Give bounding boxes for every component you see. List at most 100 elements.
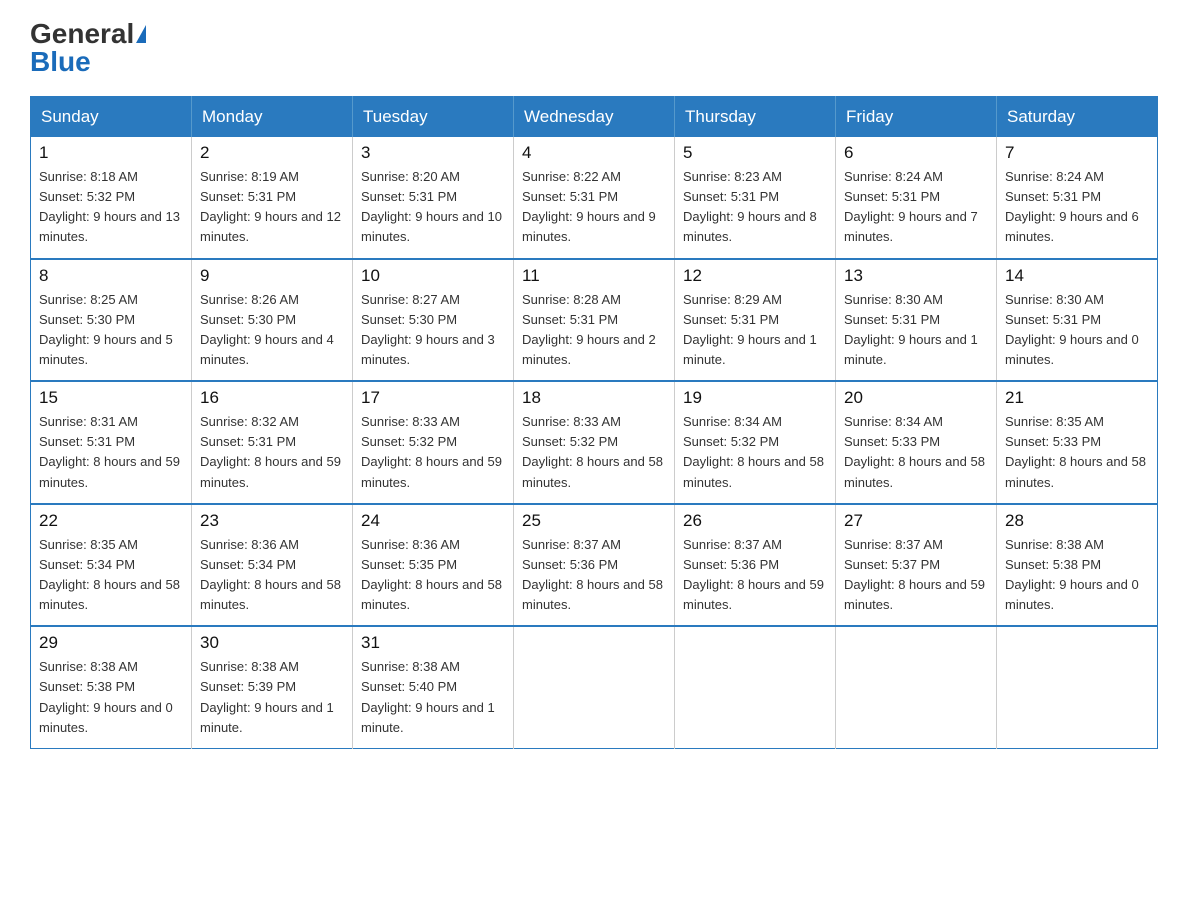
day-number: 22 (39, 511, 183, 531)
calendar-cell: 9 Sunrise: 8:26 AMSunset: 5:30 PMDaylight… (192, 259, 353, 382)
column-header-tuesday: Tuesday (353, 97, 514, 138)
logo: General Blue (30, 20, 146, 76)
day-number: 25 (522, 511, 666, 531)
day-info: Sunrise: 8:38 AMSunset: 5:40 PMDaylight:… (361, 657, 505, 738)
day-number: 29 (39, 633, 183, 653)
calendar-cell: 23 Sunrise: 8:36 AMSunset: 5:34 PMDayligh… (192, 504, 353, 627)
calendar-week-row: 8 Sunrise: 8:25 AMSunset: 5:30 PMDaylight… (31, 259, 1158, 382)
calendar-cell: 3 Sunrise: 8:20 AMSunset: 5:31 PMDaylight… (353, 137, 514, 259)
calendar-cell (514, 626, 675, 748)
day-number: 7 (1005, 143, 1149, 163)
day-info: Sunrise: 8:35 AMSunset: 5:34 PMDaylight:… (39, 535, 183, 616)
calendar-cell: 14 Sunrise: 8:30 AMSunset: 5:31 PMDayligh… (997, 259, 1158, 382)
calendar-week-row: 1 Sunrise: 8:18 AMSunset: 5:32 PMDaylight… (31, 137, 1158, 259)
day-info: Sunrise: 8:18 AMSunset: 5:32 PMDaylight:… (39, 167, 183, 248)
calendar-cell: 5Sunrise: 8:23 AMSunset: 5:31 PMDaylight… (675, 137, 836, 259)
day-info: Sunrise: 8:34 AMSunset: 5:33 PMDaylight:… (844, 412, 988, 493)
day-info: Sunrise: 8:20 AMSunset: 5:31 PMDaylight:… (361, 167, 505, 248)
calendar-cell: 20 Sunrise: 8:34 AMSunset: 5:33 PMDayligh… (836, 381, 997, 504)
day-info: Sunrise: 8:38 AMSunset: 5:39 PMDaylight:… (200, 657, 344, 738)
day-number: 23 (200, 511, 344, 531)
day-number: 26 (683, 511, 827, 531)
day-number: 6 (844, 143, 988, 163)
day-info: Sunrise: 8:30 AMSunset: 5:31 PMDaylight:… (844, 290, 988, 371)
calendar-cell (836, 626, 997, 748)
column-header-thursday: Thursday (675, 97, 836, 138)
day-info: Sunrise: 8:36 AMSunset: 5:34 PMDaylight:… (200, 535, 344, 616)
day-info: Sunrise: 8:24 AMSunset: 5:31 PMDaylight:… (844, 167, 988, 248)
calendar-cell (997, 626, 1158, 748)
calendar-cell: 27 Sunrise: 8:37 AMSunset: 5:37 PMDayligh… (836, 504, 997, 627)
day-number: 8 (39, 266, 183, 286)
calendar-cell: 21 Sunrise: 8:35 AMSunset: 5:33 PMDayligh… (997, 381, 1158, 504)
column-header-sunday: Sunday (31, 97, 192, 138)
day-number: 2 (200, 143, 344, 163)
day-info: Sunrise: 8:38 AMSunset: 5:38 PMDaylight:… (39, 657, 183, 738)
day-number: 24 (361, 511, 505, 531)
day-number: 21 (1005, 388, 1149, 408)
calendar-cell: 4Sunrise: 8:22 AMSunset: 5:31 PMDaylight… (514, 137, 675, 259)
calendar-cell: 16 Sunrise: 8:32 AMSunset: 5:31 PMDayligh… (192, 381, 353, 504)
day-info: Sunrise: 8:25 AMSunset: 5:30 PMDaylight:… (39, 290, 183, 371)
logo-general-text: General (30, 20, 134, 48)
calendar-cell: 26 Sunrise: 8:37 AMSunset: 5:36 PMDayligh… (675, 504, 836, 627)
day-number: 5 (683, 143, 827, 163)
page-header: General Blue (30, 20, 1158, 76)
calendar-cell: 31 Sunrise: 8:38 AMSunset: 5:40 PMDayligh… (353, 626, 514, 748)
calendar-cell (675, 626, 836, 748)
day-info: Sunrise: 8:34 AMSunset: 5:32 PMDaylight:… (683, 412, 827, 493)
day-number: 15 (39, 388, 183, 408)
day-number: 11 (522, 266, 666, 286)
day-info: Sunrise: 8:37 AMSunset: 5:36 PMDaylight:… (683, 535, 827, 616)
day-number: 12 (683, 266, 827, 286)
calendar-cell: 1 Sunrise: 8:18 AMSunset: 5:32 PMDaylight… (31, 137, 192, 259)
calendar-cell: 22 Sunrise: 8:35 AMSunset: 5:34 PMDayligh… (31, 504, 192, 627)
day-info: Sunrise: 8:31 AMSunset: 5:31 PMDaylight:… (39, 412, 183, 493)
calendar-week-row: 15 Sunrise: 8:31 AMSunset: 5:31 PMDayligh… (31, 381, 1158, 504)
day-number: 19 (683, 388, 827, 408)
day-info: Sunrise: 8:35 AMSunset: 5:33 PMDaylight:… (1005, 412, 1149, 493)
day-number: 18 (522, 388, 666, 408)
calendar-week-row: 29 Sunrise: 8:38 AMSunset: 5:38 PMDayligh… (31, 626, 1158, 748)
calendar-week-row: 22 Sunrise: 8:35 AMSunset: 5:34 PMDayligh… (31, 504, 1158, 627)
day-info: Sunrise: 8:29 AMSunset: 5:31 PMDaylight:… (683, 290, 827, 371)
day-number: 10 (361, 266, 505, 286)
calendar-cell: 13 Sunrise: 8:30 AMSunset: 5:31 PMDayligh… (836, 259, 997, 382)
calendar-cell: 10Sunrise: 8:27 AMSunset: 5:30 PMDayligh… (353, 259, 514, 382)
day-info: Sunrise: 8:30 AMSunset: 5:31 PMDaylight:… (1005, 290, 1149, 371)
calendar-cell: 17Sunrise: 8:33 AMSunset: 5:32 PMDayligh… (353, 381, 514, 504)
day-info: Sunrise: 8:33 AMSunset: 5:32 PMDaylight:… (522, 412, 666, 493)
day-info: Sunrise: 8:36 AMSunset: 5:35 PMDaylight:… (361, 535, 505, 616)
calendar-cell: 12 Sunrise: 8:29 AMSunset: 5:31 PMDayligh… (675, 259, 836, 382)
day-info: Sunrise: 8:28 AMSunset: 5:31 PMDaylight:… (522, 290, 666, 371)
day-number: 31 (361, 633, 505, 653)
calendar-header-row: SundayMondayTuesdayWednesdayThursdayFrid… (31, 97, 1158, 138)
day-info: Sunrise: 8:26 AMSunset: 5:30 PMDaylight:… (200, 290, 344, 371)
day-info: Sunrise: 8:22 AMSunset: 5:31 PMDaylight:… (522, 167, 666, 248)
day-number: 13 (844, 266, 988, 286)
day-number: 16 (200, 388, 344, 408)
logo-blue-text: Blue (30, 48, 91, 76)
column-header-wednesday: Wednesday (514, 97, 675, 138)
day-number: 17 (361, 388, 505, 408)
day-info: Sunrise: 8:38 AMSunset: 5:38 PMDaylight:… (1005, 535, 1149, 616)
calendar-cell: 29 Sunrise: 8:38 AMSunset: 5:38 PMDayligh… (31, 626, 192, 748)
day-info: Sunrise: 8:32 AMSunset: 5:31 PMDaylight:… (200, 412, 344, 493)
day-info: Sunrise: 8:19 AMSunset: 5:31 PMDaylight:… (200, 167, 344, 248)
day-info: Sunrise: 8:37 AMSunset: 5:37 PMDaylight:… (844, 535, 988, 616)
column-header-saturday: Saturday (997, 97, 1158, 138)
calendar-cell: 18 Sunrise: 8:33 AMSunset: 5:32 PMDayligh… (514, 381, 675, 504)
day-number: 14 (1005, 266, 1149, 286)
logo-triangle-icon (136, 25, 146, 43)
day-number: 3 (361, 143, 505, 163)
calendar-cell: 19 Sunrise: 8:34 AMSunset: 5:32 PMDayligh… (675, 381, 836, 504)
day-number: 1 (39, 143, 183, 163)
calendar-cell: 28Sunrise: 8:38 AMSunset: 5:38 PMDayligh… (997, 504, 1158, 627)
day-info: Sunrise: 8:37 AMSunset: 5:36 PMDaylight:… (522, 535, 666, 616)
calendar-cell: 7Sunrise: 8:24 AMSunset: 5:31 PMDaylight… (997, 137, 1158, 259)
calendar-cell: 24 Sunrise: 8:36 AMSunset: 5:35 PMDayligh… (353, 504, 514, 627)
day-number: 20 (844, 388, 988, 408)
calendar-cell: 11 Sunrise: 8:28 AMSunset: 5:31 PMDayligh… (514, 259, 675, 382)
day-number: 27 (844, 511, 988, 531)
day-number: 9 (200, 266, 344, 286)
